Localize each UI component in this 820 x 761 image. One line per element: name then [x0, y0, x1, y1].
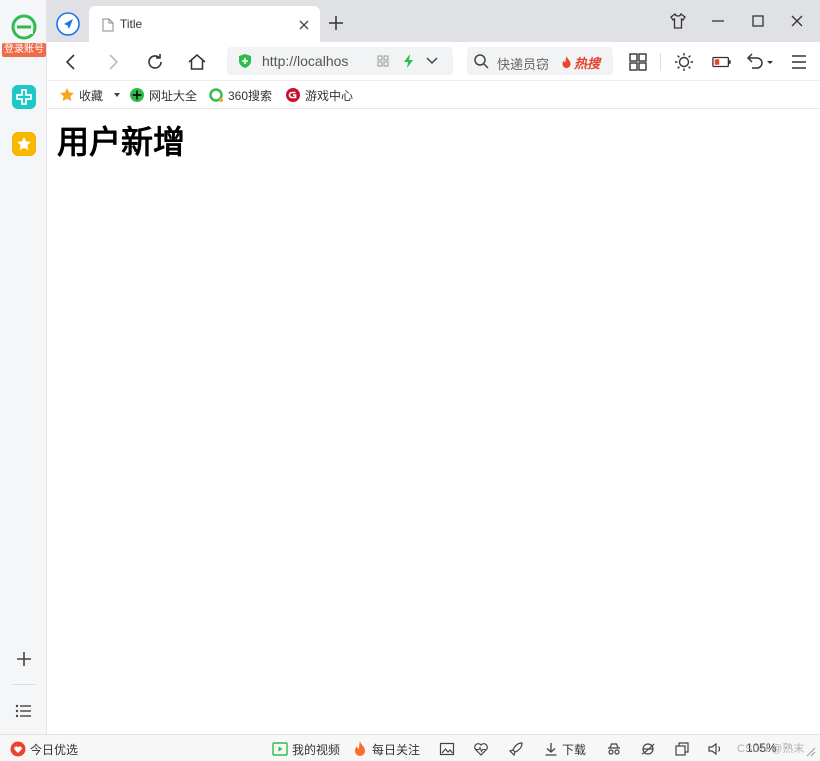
- new-tab-icon[interactable]: [328, 15, 344, 31]
- window-close-icon[interactable]: [788, 12, 806, 30]
- favorites-dropdown-caret[interactable]: [114, 93, 120, 97]
- apps-grid-icon[interactable]: [628, 52, 648, 72]
- incognito-icon[interactable]: [606, 741, 622, 757]
- star-icon: [60, 88, 74, 101]
- bookmark-game-center[interactable]: 游戏中心: [285, 87, 353, 103]
- left-sidebar: 登录账号: [0, 0, 47, 734]
- reload-icon[interactable]: [145, 52, 165, 72]
- toolbar-divider: [660, 53, 661, 71]
- status-bar: 今日优选 我的视频 每日关注 下载 105% CSDN @熟末: [0, 734, 820, 761]
- flame-icon: [562, 56, 571, 68]
- hot-search-text: 热搜: [574, 56, 601, 71]
- forward-icon[interactable]: [103, 52, 123, 72]
- download-label: 下载: [562, 742, 587, 757]
- bookmark-360-search[interactable]: 360搜索: [208, 87, 272, 103]
- bookmark-label: 收藏: [79, 88, 104, 103]
- flame-icon: [355, 741, 365, 756]
- undo-close-tab-icon[interactable]: [744, 52, 776, 72]
- favorites-star-icon[interactable]: [12, 132, 36, 156]
- window-restore-icon[interactable]: [674, 741, 690, 757]
- watermark-text: CSDN @熟末: [737, 743, 805, 755]
- bookmark-label: 360搜索: [228, 88, 273, 103]
- resize-grip-icon[interactable]: [806, 747, 816, 757]
- health-heart-icon[interactable]: [473, 741, 489, 757]
- speed-mode-bolt-icon[interactable]: [403, 54, 415, 68]
- login-account-button[interactable]: 登录账号: [2, 43, 46, 57]
- rocket-icon[interactable]: [508, 741, 524, 757]
- bookmark-label: 游戏中心: [305, 88, 354, 103]
- address-bar[interactable]: http://localhos: [227, 47, 453, 75]
- brightness-sun-icon[interactable]: [674, 52, 694, 72]
- tab-active[interactable]: Title: [89, 6, 320, 42]
- page-heading: 用户新增: [57, 124, 186, 160]
- search-placeholder[interactable]: 快递员窃: [497, 54, 549, 73]
- bookmark-favorites[interactable]: 收藏: [59, 87, 103, 103]
- page-icon: [102, 18, 114, 32]
- sidebar-menu-icon[interactable]: [14, 702, 34, 720]
- game-center-icon: [286, 88, 300, 102]
- heart-badge-icon: [10, 741, 26, 757]
- main-menu-icon[interactable]: [789, 52, 809, 72]
- bookmark-site-directory[interactable]: 网址大全: [129, 87, 197, 103]
- home-icon[interactable]: [187, 52, 207, 72]
- maximize-icon[interactable]: [749, 12, 767, 30]
- search-icon: [474, 54, 489, 69]
- battery-icon[interactable]: [712, 52, 732, 72]
- app-plus-icon[interactable]: [12, 85, 36, 109]
- volume-icon[interactable]: [707, 741, 723, 757]
- bookmarks-bar: 收藏 网址大全 360搜索 游戏中心: [47, 81, 820, 109]
- browser-toolbar: http://localhos 快递员窃 热搜: [47, 42, 820, 81]
- chevron-down-icon[interactable]: [425, 55, 439, 67]
- minimize-icon[interactable]: [709, 12, 727, 30]
- video-play-icon: [272, 742, 288, 756]
- skin-shirt-icon[interactable]: [669, 12, 687, 30]
- back-icon[interactable]: [61, 52, 81, 72]
- globe-icon: [130, 88, 144, 102]
- close-tab-icon[interactable]: [297, 18, 311, 32]
- my-video-label: 我的视频: [292, 742, 341, 757]
- download-button[interactable]: 下载: [544, 741, 586, 757]
- daily-follow-button[interactable]: 每日关注: [352, 741, 420, 757]
- image-icon[interactable]: [439, 741, 455, 757]
- navigation-compass-icon[interactable]: [56, 12, 80, 36]
- tab-strip: Title: [47, 0, 820, 42]
- today-pick-label: 今日优选: [30, 742, 79, 757]
- qr-code-icon[interactable]: [377, 55, 389, 67]
- download-icon: [545, 743, 557, 756]
- security-shield-icon[interactable]: [237, 53, 253, 69]
- today-pick-button[interactable]: 今日优选: [10, 741, 78, 757]
- page-content: 用户新增: [48, 110, 820, 734]
- browser-logo-icon[interactable]: [10, 13, 38, 41]
- search-360-icon: [209, 88, 223, 102]
- daily-follow-label: 每日关注: [372, 742, 421, 757]
- add-app-icon[interactable]: [14, 649, 34, 669]
- my-video-button[interactable]: 我的视频: [272, 741, 340, 757]
- tab-title: Title: [120, 17, 143, 31]
- url-text[interactable]: http://localhos: [262, 53, 370, 69]
- bookmark-label: 网址大全: [149, 88, 198, 103]
- sidebar-divider: [12, 684, 36, 685]
- hot-search-label[interactable]: 热搜: [561, 53, 600, 72]
- ie-compat-icon[interactable]: [640, 741, 656, 757]
- search-box[interactable]: 快递员窃 热搜: [467, 47, 613, 75]
